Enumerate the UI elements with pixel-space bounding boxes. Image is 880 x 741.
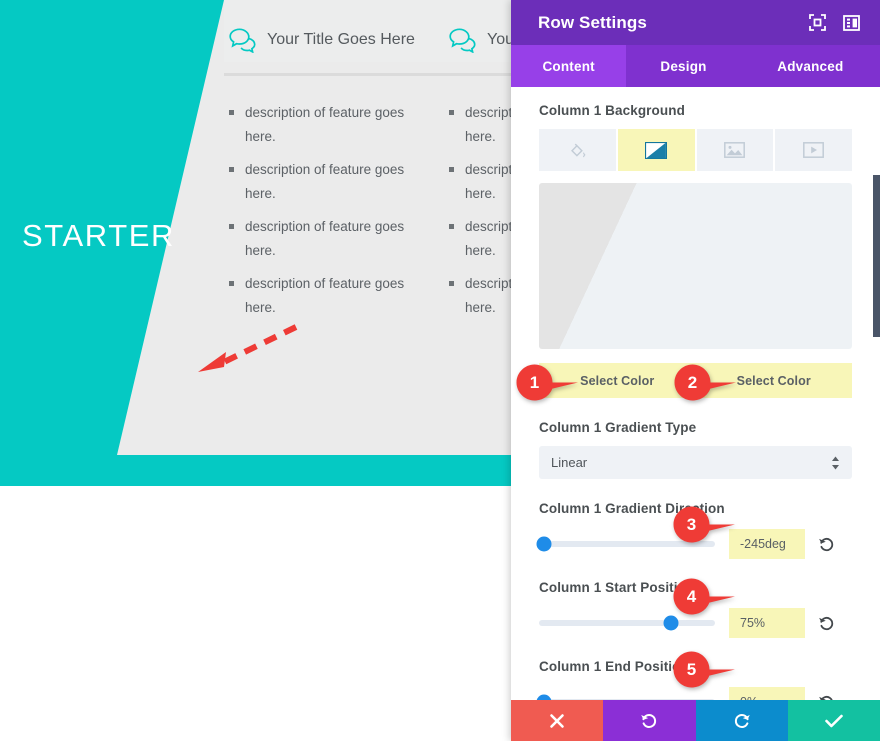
gradient-type-select[interactable]: Linear bbox=[539, 446, 852, 479]
slider-thumb[interactable] bbox=[663, 615, 679, 631]
callout-number: 4 bbox=[686, 586, 697, 606]
redo-button[interactable] bbox=[695, 700, 788, 741]
background-type-color-button[interactable] bbox=[539, 129, 616, 171]
background-type-row bbox=[539, 129, 852, 171]
start-position-reset-icon[interactable] bbox=[818, 615, 835, 632]
gradient-type-label: Column 1 Gradient Type bbox=[539, 420, 697, 435]
end-position-row: 0% bbox=[536, 687, 852, 700]
gradient-preview bbox=[539, 183, 852, 349]
gradient-icon bbox=[645, 141, 668, 159]
end-position-input[interactable]: 0% bbox=[729, 687, 805, 700]
callout-number: 1 bbox=[529, 372, 540, 392]
image-icon bbox=[724, 142, 746, 158]
background-type-image-button[interactable] bbox=[696, 129, 774, 171]
list-item: description of feature goes here. bbox=[228, 215, 423, 263]
background-type-gradient-button[interactable] bbox=[617, 129, 695, 171]
chat-bubbles-icon bbox=[228, 27, 258, 54]
panel-scrollbar[interactable] bbox=[873, 175, 880, 337]
page-title: Row Settings bbox=[538, 12, 647, 32]
panel-footer bbox=[511, 700, 880, 741]
background-group: Column 1 Background bbox=[539, 87, 852, 171]
callout-marker-5: 5 bbox=[673, 651, 736, 688]
start-position-slider[interactable] bbox=[539, 615, 715, 631]
layout-panel-icon[interactable] bbox=[836, 8, 866, 38]
callout-marker-4: 4 bbox=[673, 578, 736, 615]
feature-column-1-title: Your Title Goes Here bbox=[267, 31, 415, 48]
callout-number: 2 bbox=[687, 372, 698, 392]
tab-design[interactable]: Design bbox=[626, 45, 740, 87]
feature-column-1: Your Title Goes Here description of feat… bbox=[228, 18, 438, 329]
slider-thumb[interactable] bbox=[536, 536, 552, 552]
save-button[interactable] bbox=[787, 700, 880, 741]
callout-marker-3: 3 bbox=[673, 506, 736, 543]
panel-tabs: Content Design Advanced bbox=[511, 45, 880, 87]
tab-advanced[interactable]: Advanced bbox=[741, 45, 880, 87]
close-x-icon bbox=[550, 713, 564, 728]
focus-target-icon[interactable] bbox=[802, 8, 832, 38]
undo-arrow-icon bbox=[641, 713, 657, 728]
paint-bucket-icon bbox=[570, 143, 586, 157]
chat-bubbles-icon bbox=[448, 27, 478, 54]
callout-marker-1: 1 bbox=[516, 364, 579, 401]
callout-marker-2: 2 bbox=[674, 364, 737, 401]
gradient-type-group: Column 1 Gradient Type Linear bbox=[539, 420, 852, 479]
select-stepper-icon bbox=[831, 456, 840, 470]
cancel-button[interactable] bbox=[511, 700, 604, 741]
plan-label: STARTER bbox=[22, 218, 176, 253]
list-item: description of feature goes here. bbox=[228, 158, 423, 206]
redo-arrow-icon bbox=[734, 713, 750, 728]
feature-column-1-list: description of feature goes here. descri… bbox=[228, 101, 438, 320]
gradient-direction-input[interactable]: -245deg bbox=[729, 529, 805, 559]
panel-header: Row Settings bbox=[511, 0, 880, 45]
background-type-video-button[interactable] bbox=[775, 129, 852, 171]
list-item: description of feature goes here. bbox=[228, 272, 423, 320]
gradient-type-value: Linear bbox=[551, 455, 588, 470]
checkmark-icon bbox=[825, 714, 843, 727]
start-position-input[interactable]: 75% bbox=[729, 608, 805, 638]
video-icon bbox=[803, 142, 825, 158]
callout-number: 5 bbox=[686, 659, 697, 679]
undo-button[interactable] bbox=[603, 700, 696, 741]
feature-column-1-header: Your Title Goes Here bbox=[228, 18, 438, 62]
gradient-direction-reset-icon[interactable] bbox=[818, 536, 835, 553]
list-item: description of feature goes here. bbox=[228, 101, 423, 149]
callout-number: 3 bbox=[686, 514, 697, 534]
background-label: Column 1 Background bbox=[539, 103, 685, 118]
tab-content[interactable]: Content bbox=[511, 45, 627, 87]
